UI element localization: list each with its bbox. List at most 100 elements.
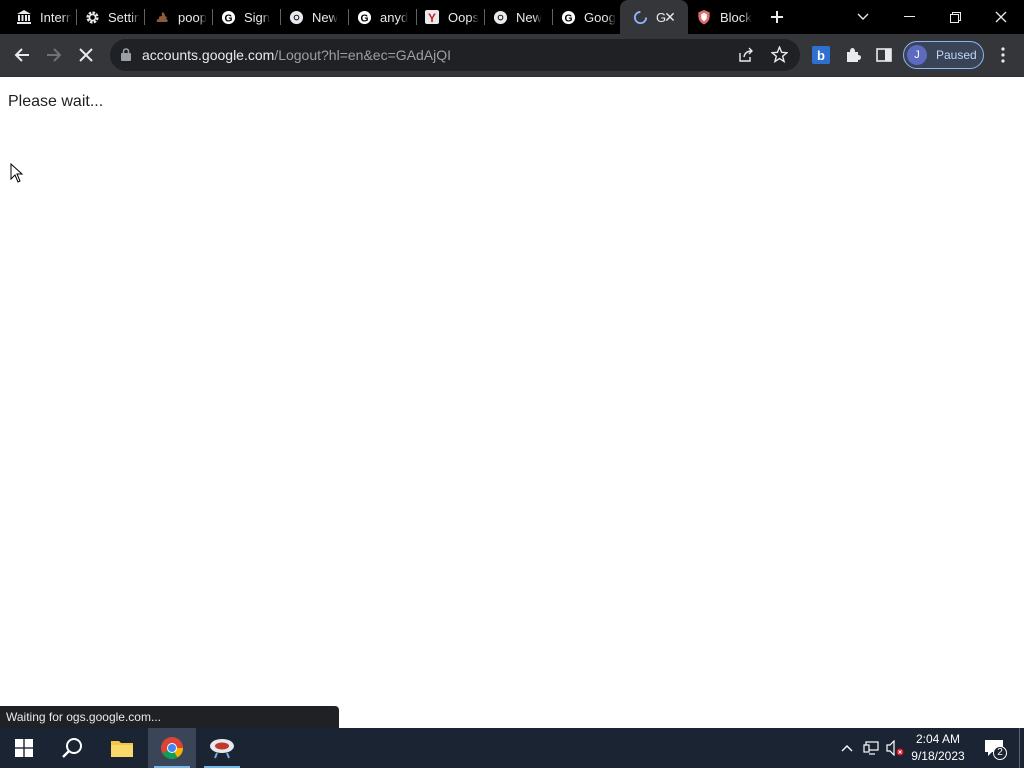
page-content: Please wait... [0, 78, 1024, 728]
tab-title: Oops [448, 9, 480, 25]
mouse-cursor-icon [10, 162, 24, 188]
museum-icon [16, 9, 32, 25]
clock-date: 9/18/2023 [911, 749, 965, 763]
chevron-up-icon [841, 745, 853, 752]
close-window-button[interactable] [978, 0, 1024, 34]
side-panel-button[interactable] [870, 41, 898, 69]
recorder-app-icon [210, 739, 234, 759]
tab-7[interactable]: Y Oops [412, 0, 480, 34]
volume-muted-icon [886, 740, 904, 756]
tab-5[interactable]: New [276, 0, 344, 34]
arrow-left-icon [14, 48, 29, 62]
forward-button[interactable] [40, 41, 68, 69]
tab-11[interactable]: Block [684, 0, 754, 34]
windows-logo-icon [15, 739, 33, 757]
share-icon[interactable] [738, 47, 754, 68]
menu-button[interactable] [989, 41, 1017, 69]
url-text: accounts.google.com/Logout?hl=en&ec=GAdA… [142, 47, 451, 63]
tab-active[interactable]: G ✕ [620, 0, 688, 34]
svg-text:G: G [224, 13, 232, 24]
tab-title: Block [720, 9, 752, 25]
chrome-icon [161, 737, 183, 759]
search-button[interactable] [48, 728, 96, 768]
show-desktop-button[interactable] [1019, 728, 1020, 768]
volume-button[interactable] [885, 738, 905, 758]
network-button[interactable] [861, 738, 881, 758]
stop-loading-button[interactable] [72, 41, 100, 69]
tab-title: Intern [40, 9, 72, 25]
plus-icon [771, 11, 783, 23]
restore-icon [949, 11, 961, 23]
search-icon [62, 738, 82, 758]
poop-icon [154, 9, 170, 25]
new-tab-button[interactable] [764, 4, 790, 30]
yandex-icon: Y [424, 9, 440, 25]
svg-text:G: G [360, 13, 368, 24]
arrow-right-icon [47, 48, 62, 62]
restore-button[interactable] [932, 0, 978, 34]
tab-title: Sign [244, 9, 271, 25]
tab-strip: Intern Settin poop G Sign New G anyd Y O… [0, 0, 1024, 34]
google-icon: G [220, 9, 236, 25]
chevron-down-icon [857, 13, 869, 20]
svg-text:G: G [564, 13, 572, 24]
action-center-button[interactable]: 2 [981, 738, 1007, 760]
tab-title: Goog [584, 9, 616, 25]
puzzle-icon [847, 48, 861, 62]
extensions-button[interactable] [839, 41, 867, 69]
show-hidden-icons-button[interactable] [837, 738, 857, 758]
extension-b-button[interactable]: b [807, 41, 835, 69]
minimize-button[interactable] [886, 0, 932, 34]
status-bubble: Waiting for ogs.google.com... [0, 706, 339, 728]
notification-count-badge: 2 [993, 746, 1007, 760]
app-taskbar-button[interactable] [198, 728, 246, 768]
clock[interactable]: 2:04 AM 9/18/2023 [906, 731, 970, 765]
kebab-menu-icon [1001, 47, 1005, 63]
tab-6[interactable]: G anyd [344, 0, 412, 34]
side-panel-icon [876, 48, 892, 62]
url-path: /Logout?hl=en&ec=GAdAjQI [274, 47, 451, 63]
tab-2[interactable]: Settin [72, 0, 140, 34]
tab-title: anyd [380, 9, 409, 25]
lock-icon [121, 48, 131, 61]
profile-button[interactable]: J Paused [903, 41, 984, 69]
svg-text:b: b [817, 48, 825, 63]
clock-time: 2:04 AM [915, 732, 961, 746]
close-icon [995, 11, 1007, 23]
tab-title: New [312, 9, 339, 25]
start-button[interactable] [0, 728, 48, 768]
back-button[interactable] [8, 41, 36, 69]
tab-8[interactable]: New [480, 0, 548, 34]
google-icon: G [356, 9, 372, 25]
browser-toolbar: accounts.google.com/Logout?hl=en&ec=GAdA… [0, 34, 1024, 77]
avatar: J [907, 45, 927, 65]
address-bar[interactable]: accounts.google.com/Logout?hl=en&ec=GAdA… [110, 39, 800, 71]
loading-icon [632, 9, 648, 25]
windows-taskbar: 2:04 AM 9/18/2023 2 [0, 728, 1024, 768]
tab-title: New [516, 9, 543, 25]
tab-title: poop [178, 9, 207, 25]
file-explorer-button[interactable] [98, 728, 146, 768]
svg-text:Y: Y [428, 11, 436, 24]
tab-4[interactable]: G Sign [208, 0, 276, 34]
tab-1[interactable]: Intern [4, 0, 72, 34]
bookmark-star-icon[interactable] [770, 45, 789, 68]
chrome-icon [288, 9, 304, 25]
shield-icon [696, 9, 712, 25]
close-tab-icon[interactable]: ✕ [662, 9, 678, 25]
please-wait-message: Please wait... [8, 93, 104, 110]
folder-icon [111, 741, 133, 757]
minimize-icon [903, 16, 915, 17]
tab-search-button[interactable] [840, 0, 886, 34]
google-icon: G [560, 9, 576, 25]
tab-9[interactable]: G Goog [548, 0, 618, 34]
tab-3[interactable]: poop [142, 0, 210, 34]
chrome-icon [492, 9, 508, 25]
bing-extension-icon: b [812, 46, 830, 64]
gear-icon [84, 9, 100, 25]
chrome-taskbar-button[interactable] [148, 728, 196, 768]
tab-title: Settin [108, 9, 140, 25]
stop-icon [79, 48, 93, 62]
url-host: accounts.google.com [142, 47, 275, 63]
profile-status: Paused [936, 48, 977, 62]
